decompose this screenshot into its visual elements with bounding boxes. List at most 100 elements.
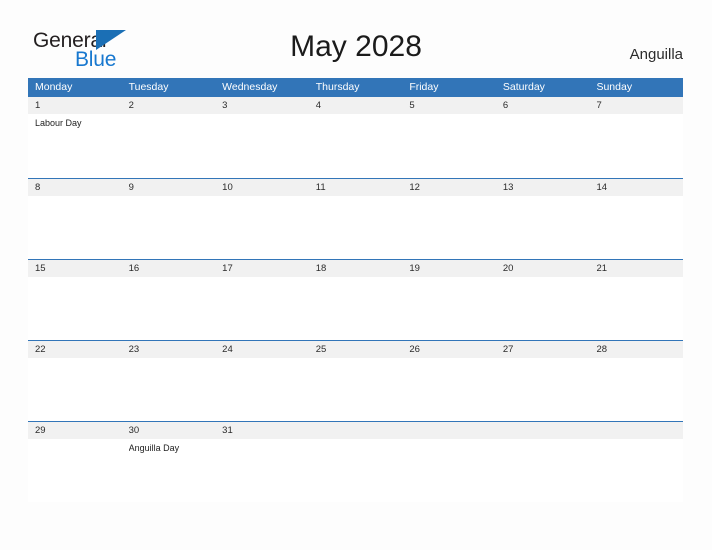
day-number: 3 (215, 97, 309, 114)
day-cell-empty (589, 422, 684, 502)
day-events (215, 277, 309, 280)
day-cell[interactable]: 10 (215, 179, 309, 259)
day-cell[interactable]: 18 (308, 260, 403, 340)
day-number: 31 (215, 422, 309, 439)
day-number: 26 (402, 341, 496, 358)
day-events (309, 114, 403, 117)
day-number: 9 (121, 179, 216, 196)
day-cell[interactable]: 21 (589, 260, 684, 340)
day-cell[interactable]: 30 Anguilla Day (121, 422, 216, 502)
day-events: Labour Day (28, 114, 122, 129)
weekday-header-row: Monday Tuesday Wednesday Thursday Friday… (28, 78, 683, 97)
day-events (28, 277, 122, 280)
week-row: 1 Labour Day 2 3 4 5 6 7 (28, 97, 684, 178)
day-number: 6 (495, 97, 590, 114)
day-number: 16 (121, 260, 216, 277)
day-events (215, 358, 309, 361)
day-cell[interactable]: 2 (121, 97, 216, 178)
day-events (402, 114, 496, 117)
day-cell[interactable]: 31 (215, 422, 309, 502)
day-cell[interactable]: 3 (215, 97, 309, 178)
day-cell[interactable]: 22 (28, 341, 122, 421)
day-number: 13 (495, 179, 590, 196)
day-cell[interactable]: 29 (28, 422, 122, 502)
day-number (589, 422, 684, 439)
day-cell[interactable]: 27 (495, 341, 590, 421)
day-events (589, 358, 683, 361)
day-number: 29 (28, 422, 122, 439)
day-events (122, 358, 216, 361)
day-events (309, 439, 403, 442)
day-cell[interactable]: 28 (589, 341, 684, 421)
day-number: 11 (308, 179, 403, 196)
day-cell[interactable]: 20 (495, 260, 590, 340)
day-number: 1 (28, 97, 122, 114)
day-cell-empty (308, 422, 403, 502)
weekday-header-tuesday: Tuesday (128, 81, 169, 93)
day-number: 25 (308, 341, 403, 358)
day-number: 17 (215, 260, 309, 277)
day-events (122, 277, 216, 280)
weekday-header-saturday: Saturday (502, 81, 545, 93)
day-cell[interactable]: 23 (121, 341, 216, 421)
day-number: 21 (589, 260, 684, 277)
calendar-page: General Blue May 2028 Anguilla Monday Tu… (0, 0, 712, 550)
day-number: 8 (28, 179, 122, 196)
week-row: 22 23 24 25 26 27 28 (28, 340, 684, 421)
day-events (589, 114, 683, 117)
week-row: 15 16 17 18 19 20 21 (28, 259, 684, 340)
day-events (28, 196, 122, 199)
day-number: 23 (121, 341, 216, 358)
day-cell[interactable]: 9 (121, 179, 216, 259)
day-number: 4 (308, 97, 403, 114)
weekday-header-thursday: Thursday (315, 81, 360, 93)
day-events (28, 358, 122, 361)
day-events (589, 277, 683, 280)
day-number: 5 (402, 97, 496, 114)
weekday-header-friday: Friday (409, 81, 439, 93)
day-cell[interactable]: 26 (402, 341, 496, 421)
day-events (496, 439, 590, 442)
day-events (496, 114, 590, 117)
day-cell[interactable]: 12 (402, 179, 496, 259)
day-number: 19 (402, 260, 496, 277)
page-title: May 2028 (290, 30, 422, 63)
day-number: 30 (121, 422, 216, 439)
day-cell[interactable]: 19 (402, 260, 496, 340)
day-events: Anguilla Day (122, 439, 216, 454)
day-events (309, 358, 403, 361)
weekday-header-wednesday: Wednesday (222, 81, 278, 93)
day-cell-empty (402, 422, 496, 502)
day-number: 28 (589, 341, 684, 358)
event-label: Anguilla Day (128, 443, 180, 453)
day-number (495, 422, 590, 439)
day-cell-empty (495, 422, 590, 502)
day-cell[interactable]: 17 (215, 260, 309, 340)
day-cell[interactable]: 5 (402, 97, 496, 178)
day-cell[interactable]: 1 Labour Day (28, 97, 122, 178)
day-events (496, 358, 590, 361)
day-number: 22 (28, 341, 122, 358)
day-events (589, 196, 683, 199)
day-events (402, 277, 496, 280)
day-events (496, 277, 590, 280)
day-cell[interactable]: 24 (215, 341, 309, 421)
day-cell[interactable]: 7 (589, 97, 684, 178)
week-row: 8 9 10 11 12 13 14 (28, 178, 684, 259)
day-cell[interactable]: 4 (308, 97, 403, 178)
day-cell[interactable]: 14 (589, 179, 684, 259)
day-cell[interactable]: 11 (308, 179, 403, 259)
weekday-header-sunday: Sunday (596, 81, 633, 93)
day-cell[interactable]: 6 (495, 97, 590, 178)
day-number: 27 (495, 341, 590, 358)
weekday-header-monday: Monday (35, 81, 73, 93)
day-cell[interactable]: 15 (28, 260, 122, 340)
day-cell[interactable]: 16 (121, 260, 216, 340)
day-cell[interactable]: 25 (308, 341, 403, 421)
day-events (28, 439, 122, 442)
day-number: 20 (495, 260, 590, 277)
day-cell[interactable]: 13 (495, 179, 590, 259)
day-events (402, 439, 496, 442)
day-cell[interactable]: 8 (28, 179, 122, 259)
day-events (215, 114, 309, 117)
